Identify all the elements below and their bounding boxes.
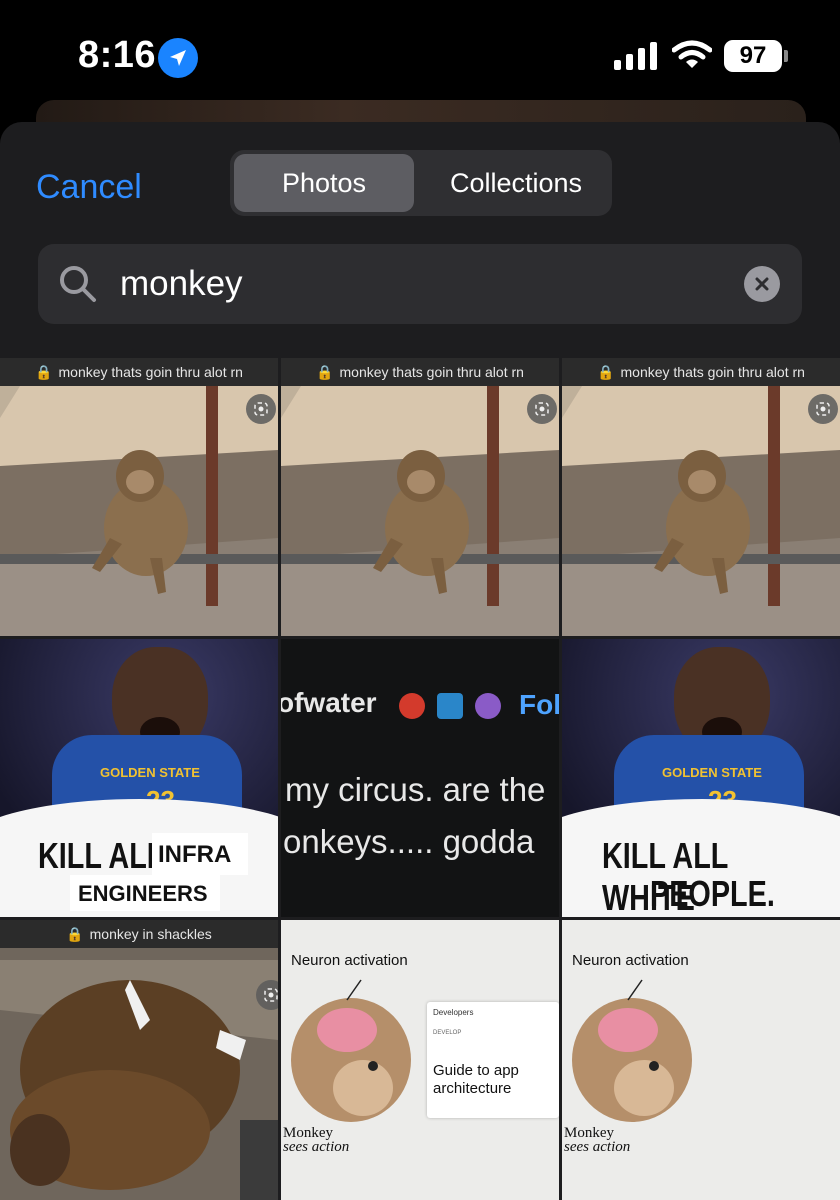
follow-button: Fol xyxy=(519,689,559,720)
result-thumbnail[interactable]: Neuron activation Monkey sees action xyxy=(562,920,840,1200)
url-caption: monkey thats goin thru alot rn xyxy=(620,364,805,380)
result-thumbnail[interactable]: ofwater Fol my circus. are the onkeys...… xyxy=(281,639,559,917)
clear-x-icon[interactable] xyxy=(744,266,780,302)
magnifier-icon xyxy=(60,266,96,302)
battery-icon: 97 xyxy=(724,40,782,72)
jersey-text: GOLDEN STATE xyxy=(100,765,200,780)
card-section: DEVELOP xyxy=(433,1030,462,1036)
visual-lookup-icon[interactable] xyxy=(256,980,278,1010)
lock-icon: 🔒 xyxy=(35,363,53,380)
monkey-brain-illustration xyxy=(291,979,411,1122)
result-thumbnail[interactable]: 🔒 monkey thats goin thru alot rn xyxy=(0,358,278,636)
card-brand: Developers xyxy=(433,1008,474,1017)
lock-icon: 🔒 xyxy=(316,363,334,380)
meme-title: Neuron activation xyxy=(572,952,689,969)
source-segmented-control: Photos Collections xyxy=(230,150,612,216)
monkey-caption: Monkey sees action xyxy=(564,1125,631,1155)
tweet-text-line2: onkeys..... godda xyxy=(283,823,535,860)
monkey-photo xyxy=(281,358,559,636)
jersey-text: GOLDEN STATE xyxy=(662,765,762,780)
search-bar xyxy=(38,244,802,324)
monkey-shackles-photo xyxy=(0,920,278,1200)
result-thumbnail[interactable]: 🔒 monkey in shackles xyxy=(0,920,278,1200)
wifi-icon xyxy=(672,40,712,68)
monkey-photo xyxy=(0,358,278,636)
lock-icon: 🔒 xyxy=(66,925,84,942)
tweet-handle: ofwater xyxy=(281,687,377,718)
search-input[interactable] xyxy=(120,258,720,310)
url-caption: monkey thats goin thru alot rn xyxy=(339,364,524,380)
url-caption: monkey thats goin thru alot rn xyxy=(58,364,243,380)
result-thumbnail[interactable]: 🔒 monkey thats goin thru alot rn xyxy=(562,358,840,636)
cancel-button[interactable]: Cancel xyxy=(36,168,142,207)
meme-text-line1: KILL ALL xyxy=(38,835,165,876)
status-time: 8:16 xyxy=(78,34,157,76)
lock-icon: 🔒 xyxy=(597,363,615,380)
card-title: Guide to app architecture xyxy=(433,1062,519,1097)
monkey-photo xyxy=(562,358,840,636)
cellular-signal-icon xyxy=(614,42,657,70)
status-bar: 8:16 97 xyxy=(0,0,840,110)
result-thumbnail[interactable]: GOLDEN STATE 23 KILL ALL INFRA ENGINEERS xyxy=(0,639,278,917)
tab-photos[interactable]: Photos xyxy=(234,154,414,212)
monkey-caption-line1: Monkey xyxy=(283,1125,333,1141)
meme-title: Neuron activation xyxy=(291,952,408,969)
photo-picker-sheet: Cancel Photos Collections monkey 🔒 monke… xyxy=(0,122,840,1200)
url-caption-bar: 🔒 monkey thats goin thru alot rn xyxy=(0,358,278,386)
monkey-caption-line2: sees action xyxy=(283,1139,350,1155)
visual-lookup-icon[interactable] xyxy=(808,394,838,424)
meme-patch-2: ENGINEERS xyxy=(70,875,220,911)
purple-badge-icon xyxy=(475,693,501,719)
monkey-caption-line1: Monkey xyxy=(564,1125,614,1141)
meme-text-line2: PEOPLE. xyxy=(650,873,775,914)
visual-lookup-icon[interactable] xyxy=(246,394,276,424)
android-docs-card: Developers DEVELOP Guide to app architec… xyxy=(427,1002,559,1118)
battery-level: 97 xyxy=(739,42,767,69)
url-caption-bar: 🔒 monkey thats goin thru alot rn xyxy=(281,358,559,386)
meme-patch-1: INFRA xyxy=(152,833,248,875)
result-thumbnail[interactable]: GOLDEN STATE 23 KILL ALL WHITE PEOPLE. xyxy=(562,639,840,917)
url-caption-bar: 🔒 monkey thats goin thru alot rn xyxy=(562,358,840,386)
results-grid: 🔒 monkey thats goin thru alot rn 🔒 monke… xyxy=(0,358,840,1200)
monkey-caption-line2: sees action xyxy=(564,1139,631,1155)
monkey-caption: Monkey sees action xyxy=(283,1125,350,1155)
result-thumbnail[interactable]: Neuron activation Developers DEVELOP Gui… xyxy=(281,920,559,1200)
red-badge-icon xyxy=(399,693,425,719)
tab-collections[interactable]: Collections xyxy=(426,154,606,212)
url-caption: monkey in shackles xyxy=(89,926,212,942)
battery-nub xyxy=(784,50,788,62)
blue-badge-icon xyxy=(437,693,463,719)
monkey-brain-illustration xyxy=(572,979,692,1122)
result-thumbnail[interactable]: 🔒 monkey thats goin thru alot rn xyxy=(281,358,559,636)
visual-lookup-icon[interactable] xyxy=(527,394,557,424)
tweet-text-line1: my circus. are the xyxy=(285,771,546,808)
location-arrow-icon xyxy=(158,38,198,78)
url-caption-bar: 🔒 monkey in shackles xyxy=(0,920,278,948)
